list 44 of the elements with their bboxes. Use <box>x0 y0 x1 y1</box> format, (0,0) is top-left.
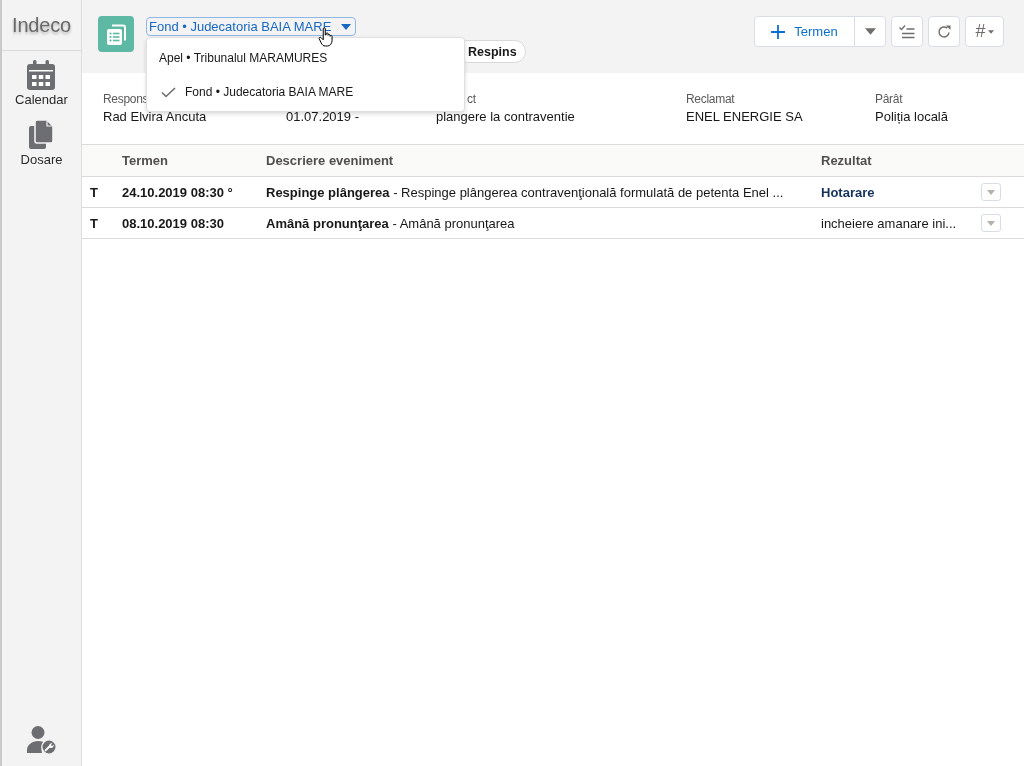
caret-icon <box>864 28 876 35</box>
field-label: Respons <box>103 92 149 107</box>
checklist-icon <box>899 24 915 39</box>
refresh-icon <box>937 24 951 39</box>
plus-icon <box>771 24 786 39</box>
add-term-button[interactable]: Termen <box>754 16 855 47</box>
field-value: 01.07.2019 - <box>286 110 359 124</box>
column-header: Descriere eveniment <box>266 153 394 168</box>
field-value: plangere la contraventie <box>436 110 575 124</box>
documents-icon <box>28 119 55 150</box>
caret-icon <box>341 23 352 30</box>
table-cell: T <box>90 184 98 200</box>
caret-icon <box>987 189 995 195</box>
table-cell: 08.10.2019 08:30 <box>122 215 224 231</box>
menu-item[interactable]: Fond • Judecatoria BAIA MARE <box>147 75 464 109</box>
checklist-button[interactable] <box>891 16 923 47</box>
refresh-button[interactable] <box>928 16 960 47</box>
result-link[interactable]: Hotarare <box>821 184 875 200</box>
user-wrench-icon <box>26 725 57 755</box>
calendar-icon <box>27 60 56 90</box>
column-header: Rezultat <box>821 153 872 168</box>
app-logo: Indeco <box>12 13 71 37</box>
sidebar-item[interactable]: Dosare <box>18 118 65 168</box>
dropdown-button[interactable] <box>854 16 886 47</box>
table-cell: incheiere amanare ini... <box>821 215 957 231</box>
table-cell: Respinge plângerea - Respinge plângerea contravenţională formulată de petenta Enel ... <box>266 184 784 200</box>
sidebar-item[interactable]: Calendar <box>13 59 70 108</box>
caret-icon <box>987 29 994 34</box>
row-menu-button[interactable] <box>981 183 1001 201</box>
caret-icon <box>987 220 995 226</box>
table-cell: Amână pronunţarea - Amână pronunţarea <box>266 215 515 231</box>
field-value: Poliția locală <box>875 110 948 124</box>
hash-menu-button[interactable]: # <box>965 16 1004 47</box>
field-label: Pârât <box>875 92 903 107</box>
case-selector[interactable]: Fond • Judecatoria BAIA MARE <box>146 17 357 36</box>
field-label: Reclamat <box>686 92 735 107</box>
column-header: Termen <box>122 153 168 168</box>
table-cell: 24.10.2019 08:30 ° <box>122 184 233 200</box>
field-value: ENEL ENERGIE SA <box>686 110 803 124</box>
field-value: Rad Elvira Ancuta <box>103 110 207 124</box>
row-menu-button[interactable] <box>981 214 1001 232</box>
table-cell: T <box>90 215 98 231</box>
stacked-documents-icon <box>98 16 134 52</box>
field-label: ct <box>467 92 476 107</box>
